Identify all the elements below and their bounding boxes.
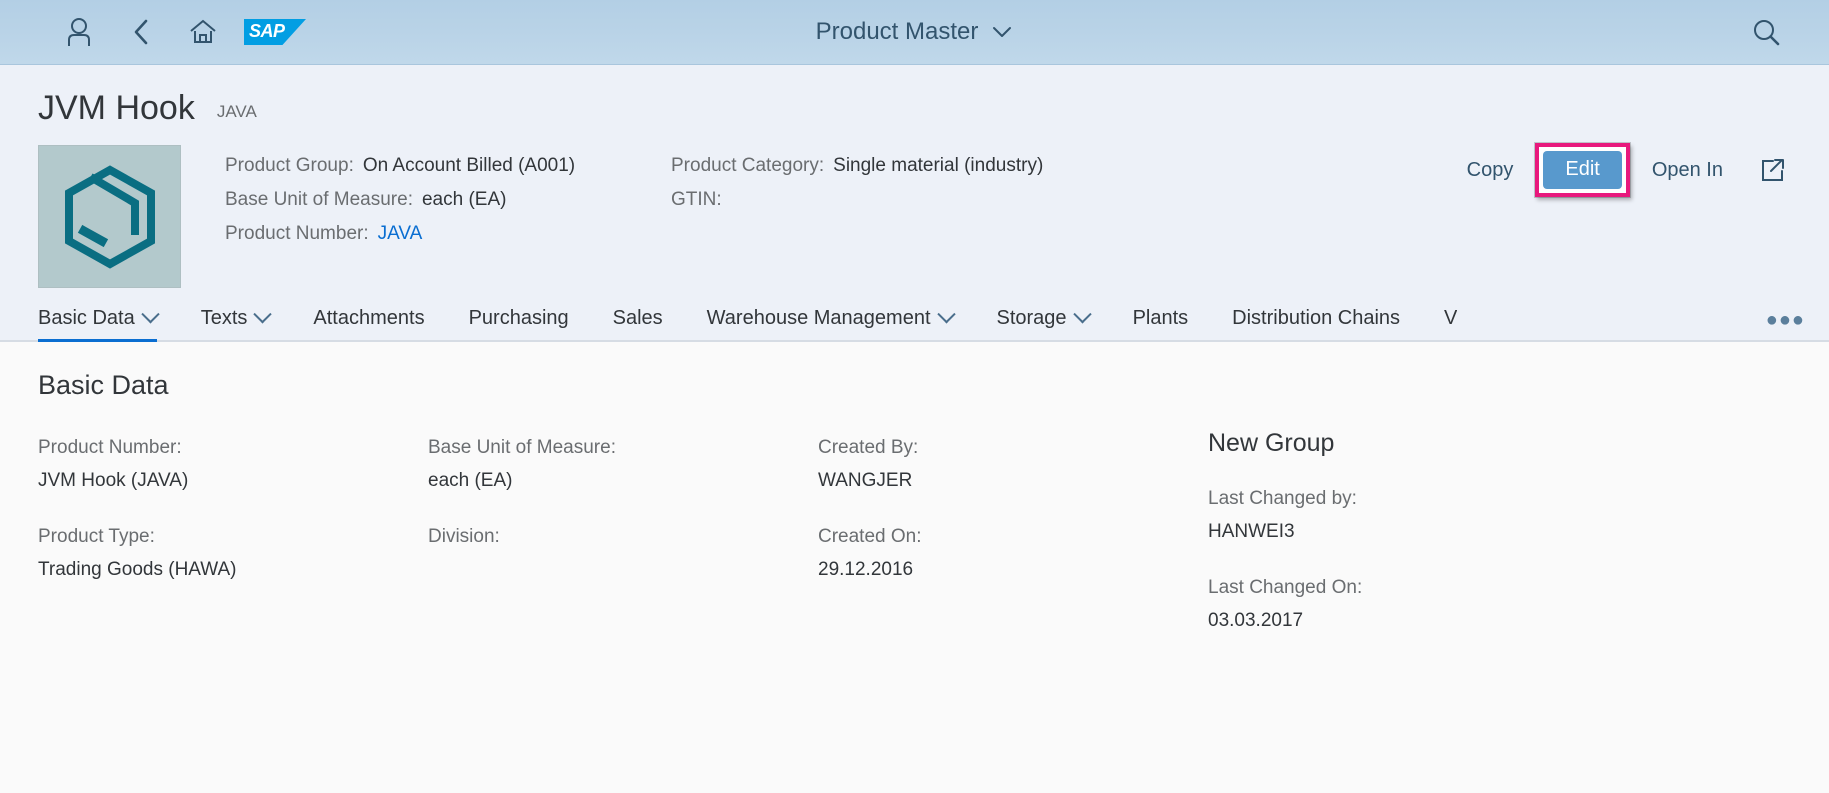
tab-valuation-truncated[interactable]: V <box>1444 307 1457 340</box>
header-actions: Copy Edit Open In <box>1453 143 1799 197</box>
edit-button[interactable]: Edit <box>1543 151 1621 189</box>
field-label: Product Type: <box>38 520 428 553</box>
app-title: Product Master <box>816 18 979 46</box>
edit-button-highlight-wrapper: Edit <box>1535 143 1629 197</box>
object-page-header: JVM Hook JAVA Copy Edit Open In <box>0 65 1829 296</box>
tab-plants[interactable]: Plants <box>1133 307 1189 340</box>
field-value: 03.03.2017 <box>1208 604 1362 637</box>
tab-texts[interactable]: Texts <box>201 307 270 340</box>
attribute-label: Product Category: <box>671 155 824 177</box>
user-icon[interactable] <box>48 8 110 56</box>
back-arrow-icon[interactable] <box>110 8 172 56</box>
shell-bar-right-group <box>1735 8 1797 56</box>
tab-bar: Basic Data Texts Attachments Purchasing … <box>0 296 1829 342</box>
product-number-link[interactable]: JAVA <box>378 223 423 245</box>
header-attribute-column-1: Product Group: On Account Billed (A001) … <box>225 155 671 288</box>
header-attributes: Product Group: On Account Billed (A001) … <box>225 145 1117 288</box>
tab-label: Texts <box>201 307 248 330</box>
attribute-label: Base Unit of Measure: <box>225 189 413 211</box>
field-label: Division: <box>428 520 818 553</box>
field-value: HANWEI3 <box>1208 515 1362 548</box>
tab-overflow-button[interactable]: ●●● <box>1766 309 1805 332</box>
field-value: JVM Hook (JAVA) <box>38 464 428 497</box>
attribute-label: Product Group: <box>225 155 354 177</box>
object-title-row: JVM Hook JAVA <box>38 65 1791 127</box>
copy-button[interactable]: Copy <box>1453 151 1528 190</box>
open-in-button[interactable]: Open In <box>1638 151 1737 190</box>
field-label: Base Unit of Measure: <box>428 431 818 464</box>
main-content: Basic Data Product Number: JVM Hook (JAV… <box>0 342 1829 659</box>
home-icon[interactable] <box>172 8 234 56</box>
header-attribute-column-2: Product Category: Single material (indus… <box>671 155 1117 288</box>
form-column-2: Base Unit of Measure: each (EA) Division… <box>428 431 818 659</box>
field-product-type: Product Type: Trading Goods (HAWA) <box>38 520 428 587</box>
tab-label: Storage <box>997 307 1067 330</box>
field-created-on: Created On: 29.12.2016 <box>818 520 1208 587</box>
page-subtitle: JAVA <box>217 102 257 127</box>
sap-logo[interactable]: SAP <box>244 19 306 45</box>
tab-label: Attachments <box>313 307 424 330</box>
basic-data-form: Product Number: JVM Hook (JAVA) Product … <box>38 431 1791 659</box>
chevron-down-icon <box>254 305 272 323</box>
field-label: Created On: <box>818 520 1208 553</box>
field-label: Product Number: <box>38 431 428 464</box>
search-icon[interactable] <box>1735 8 1797 56</box>
form-column-4-new-group: New Group Last Changed by: HANWEI3 Last … <box>1208 431 1362 659</box>
form-column-1: Product Number: JVM Hook (JAVA) Product … <box>38 431 428 659</box>
field-last-changed-by: Last Changed by: HANWEI3 <box>1208 482 1362 549</box>
field-value: Trading Goods (HAWA) <box>38 553 428 586</box>
tab-label: Purchasing <box>469 307 569 330</box>
field-last-changed-on: Last Changed On: 03.03.2017 <box>1208 571 1362 638</box>
attribute-value: On Account Billed (A001) <box>363 155 575 177</box>
tab-purchasing[interactable]: Purchasing <box>469 307 569 340</box>
header-attribute: GTIN: <box>671 189 1117 223</box>
attribute-value: Single material (industry) <box>833 155 1043 177</box>
tab-sales[interactable]: Sales <box>613 307 663 340</box>
field-division: Division: <box>428 520 818 579</box>
page-title: JVM Hook <box>38 91 195 127</box>
sap-logo-text: SAP <box>249 21 285 42</box>
field-value: each (EA) <box>428 464 818 497</box>
chevron-down-icon <box>937 305 955 323</box>
product-image <box>38 145 181 288</box>
field-label: Created By: <box>818 431 1208 464</box>
tab-label: Warehouse Management <box>707 307 931 330</box>
tab-label: Distribution Chains <box>1232 307 1400 330</box>
header-attribute: Product Group: On Account Billed (A001) <box>225 155 671 189</box>
chevron-down-icon <box>141 305 159 323</box>
header-attribute: Base Unit of Measure: each (EA) <box>225 189 671 223</box>
group-title: New Group <box>1208 431 1362 456</box>
product-box-icon <box>62 165 158 269</box>
field-value: WANGJER <box>818 464 1208 497</box>
field-value: 29.12.2016 <box>818 553 1208 586</box>
header-attribute: Product Number: JAVA <box>225 223 671 257</box>
tab-distribution-chains[interactable]: Distribution Chains <box>1232 307 1400 340</box>
section-title: Basic Data <box>38 370 1791 401</box>
tab-label: Plants <box>1133 307 1189 330</box>
tab-basic-data[interactable]: Basic Data <box>38 307 157 340</box>
chevron-down-icon <box>1073 305 1091 323</box>
shell-bar-left-group: SAP <box>48 8 306 56</box>
attribute-label: GTIN: <box>671 189 722 211</box>
form-column-3: Created By: WANGJER Created On: 29.12.20… <box>818 431 1208 659</box>
tab-label: V <box>1444 307 1457 330</box>
attribute-label: Product Number: <box>225 223 369 245</box>
header-attribute: Product Category: Single material (indus… <box>671 155 1117 189</box>
tab-warehouse-management[interactable]: Warehouse Management <box>707 307 953 340</box>
field-product-number: Product Number: JVM Hook (JAVA) <box>38 431 428 498</box>
share-icon[interactable] <box>1737 147 1799 193</box>
field-label: Last Changed On: <box>1208 571 1362 604</box>
chevron-down-icon <box>991 25 1013 39</box>
tab-label: Basic Data <box>38 307 135 330</box>
attribute-value: each (EA) <box>422 189 506 211</box>
field-base-unit-of-measure: Base Unit of Measure: each (EA) <box>428 431 818 498</box>
tab-storage[interactable]: Storage <box>997 307 1089 340</box>
field-label: Last Changed by: <box>1208 482 1362 515</box>
field-created-by: Created By: WANGJER <box>818 431 1208 498</box>
shell-bar: SAP Product Master <box>0 0 1829 65</box>
tab-label: Sales <box>613 307 663 330</box>
field-value <box>428 553 818 579</box>
tab-attachments[interactable]: Attachments <box>313 307 424 340</box>
app-title-menu[interactable]: Product Master <box>816 18 1014 46</box>
